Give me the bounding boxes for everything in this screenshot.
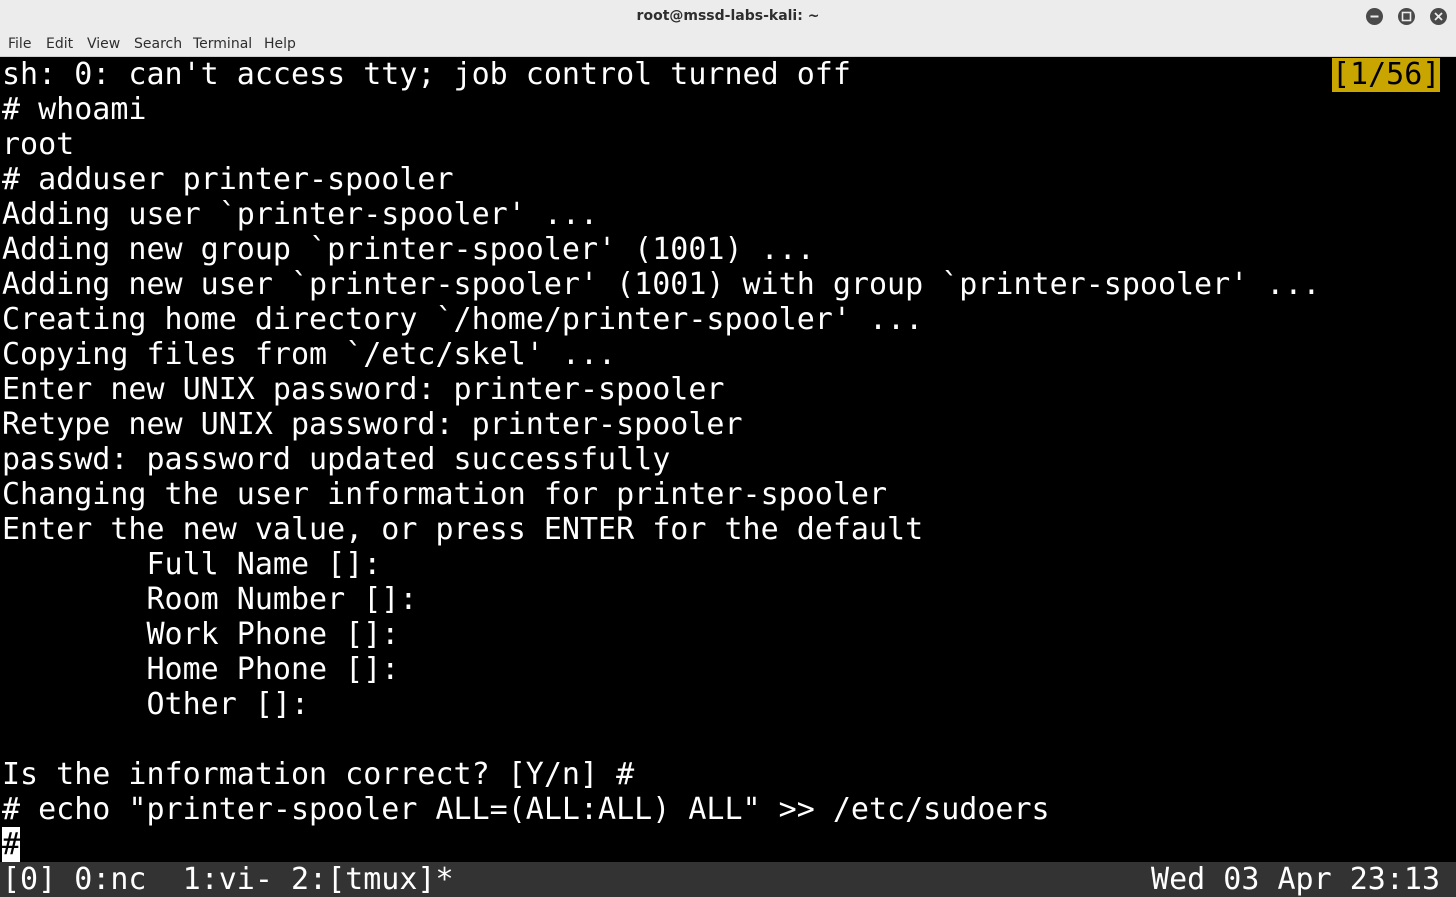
tmux-pane-indicator: [1/56] [1332, 57, 1441, 92]
terminal-output[interactable]: sh: 0: can't access tty; job control tur… [0, 57, 1441, 862]
terminal-line: root [2, 127, 75, 162]
terminal-line: Adding user `printer-spooler' ... [2, 197, 599, 232]
terminal-line: Copying files from `/etc/skel' ... [2, 337, 617, 372]
terminal-line: Work Phone []: [2, 617, 400, 652]
close-icon [1434, 12, 1443, 21]
maximize-icon [1401, 11, 1412, 22]
window-title: root@mssd-labs-kali: ~ [636, 8, 820, 24]
minimize-button[interactable] [1366, 8, 1383, 25]
terminal-line: # echo "printer-spooler ALL=(ALL:ALL) AL… [2, 792, 1050, 827]
terminal-line: Creating home directory `/home/printer-s… [2, 302, 924, 337]
terminal-line: Is the information correct? [Y/n] # [2, 757, 635, 792]
maximize-button[interactable] [1398, 8, 1415, 25]
terminal-line: sh: 0: can't access tty; job control tur… [2, 57, 851, 92]
minimize-icon [1370, 15, 1379, 18]
terminal-prompt-line[interactable]: # [2, 827, 21, 862]
title-bar[interactable]: root@mssd-labs-kali: ~ [0, 0, 1456, 32]
menu-file[interactable]: File [8, 32, 31, 56]
terminal-line: Changing the user information for printe… [2, 477, 888, 512]
menu-view[interactable]: View [87, 32, 120, 56]
terminal-line: Room Number []: [2, 582, 418, 617]
terminal-line: Full Name []: [2, 547, 382, 582]
terminal-line: Enter the new value, or press ENTER for … [2, 512, 924, 547]
tmux-status-bar: [0] 0:nc 1:vi- 2:[tmux]* Wed 03 Apr 23:1… [0, 862, 1456, 897]
close-button[interactable] [1430, 8, 1447, 25]
menu-edit[interactable]: Edit [46, 32, 73, 56]
tmux-clock: Wed 03 Apr 23:13 [1151, 862, 1440, 897]
terminal-line: # adduser printer-spooler [2, 162, 454, 197]
terminal-line: passwd: password updated successfully [2, 442, 671, 477]
menu-help[interactable]: Help [264, 32, 296, 56]
terminal-line: Retype new UNIX password: printer-spoole… [2, 407, 743, 442]
scrollbar[interactable] [1441, 57, 1456, 862]
terminal-window: root@mssd-labs-kali: ~ File Edit View Se… [0, 0, 1456, 897]
terminal-line: Home Phone []: [2, 652, 400, 687]
menu-terminal[interactable]: Terminal [193, 32, 252, 56]
menu-bar: File Edit View Search Terminal Help [0, 32, 1456, 57]
terminal-line: Enter new UNIX password: printer-spooler [2, 372, 725, 407]
cursor: # [2, 827, 21, 862]
tmux-window-list: [0] 0:nc 1:vi- 2:[tmux]* [2, 862, 454, 897]
menu-search[interactable]: Search [134, 32, 182, 56]
terminal-line: Adding new group `printer-spooler' (1001… [2, 232, 815, 267]
terminal-line: Other []: [2, 687, 310, 722]
terminal-line: Adding new user `printer-spooler' (1001)… [2, 267, 1321, 302]
terminal-line: # whoami [2, 92, 147, 127]
